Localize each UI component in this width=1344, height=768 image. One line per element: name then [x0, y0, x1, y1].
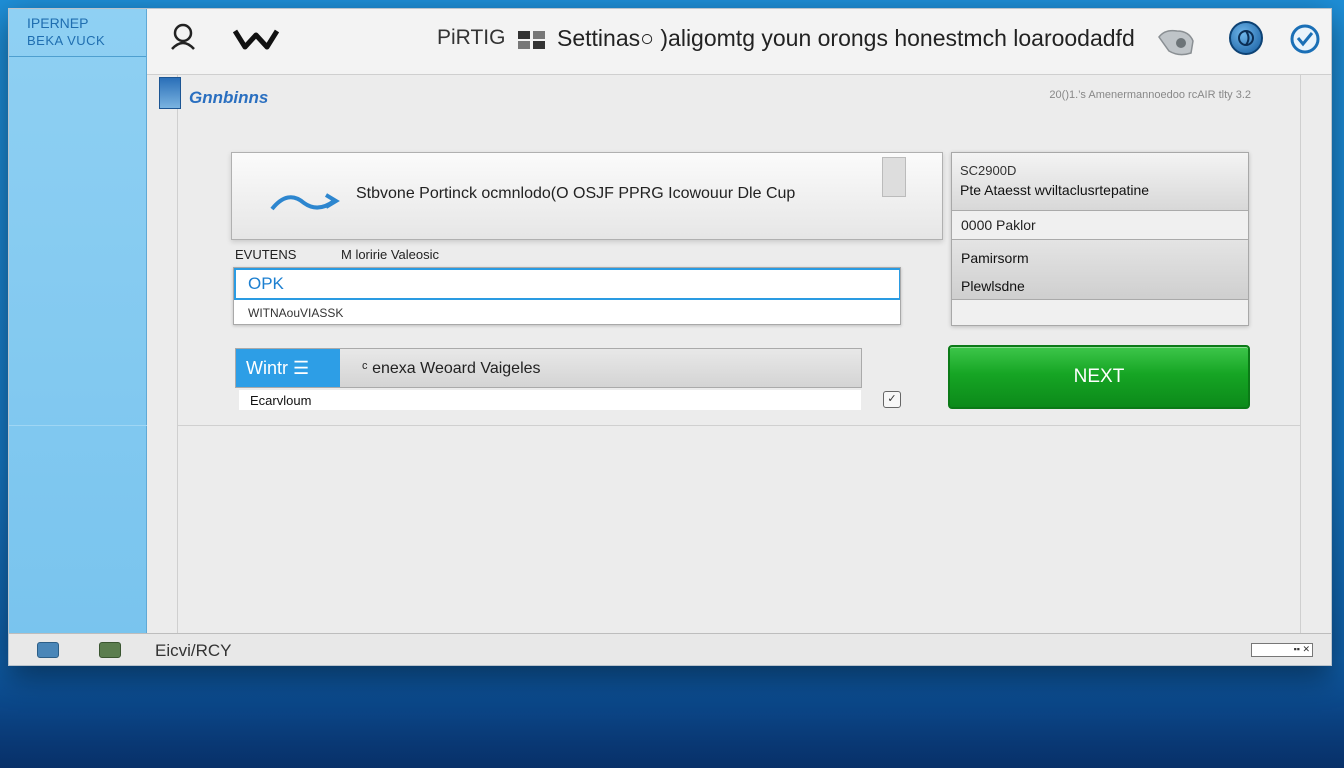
tab-active[interactable]: Wintr ☰	[236, 349, 340, 387]
tab-sub-field[interactable]: Ecarvloum	[239, 390, 861, 410]
details-row-2[interactable]: Pamirsorm	[961, 244, 1239, 272]
details-row-3[interactable]: Plewlsdne	[961, 272, 1239, 300]
arrow-icon	[268, 187, 340, 220]
details-panel: SC2900D Pte Ataesst wviltaclusrtepatine …	[951, 152, 1249, 326]
status-text: Eicvi/RCY	[155, 641, 232, 660]
info-banner: Stbvone Portinck ocmnlodo(O OSJF PPRG Ic…	[231, 152, 943, 240]
window-title: Settinas○ )aligomtg youn orongs honestmc…	[557, 25, 1135, 51]
main-input[interactable]	[234, 268, 900, 300]
sidebar: IPERNEP BEKA VUCK	[9, 9, 147, 635]
section-meta: 20()1.’s Amenermannoedoo rcAIR tlty 3.2	[1049, 89, 1251, 101]
sidebar-divider	[9, 425, 147, 426]
info-banner-text: Stbvone Portinck ocmnlodo(O OSJF PPRG Ic…	[356, 185, 796, 202]
input-sub-label: WITNAouVIASSK	[248, 306, 344, 320]
app-window: IPERNEP BEKA VUCK PiRTIG Settinas○ )alig…	[8, 8, 1332, 666]
terminal-icon[interactable]	[99, 642, 121, 658]
brand-logo: IPERNEP BEKA VUCK	[9, 9, 146, 57]
details-options: Pamirsorm Plewlsdne	[952, 240, 1248, 300]
details-description: Pte Ataesst wviltaclusrtepatine	[960, 182, 1150, 198]
desktop-background	[0, 658, 1344, 768]
banner-scroll-handle[interactable]	[882, 157, 906, 197]
tab-bar: Wintr ☰ ᶜ enexa Weoard Vaigeles	[235, 348, 862, 388]
folder-icon[interactable]	[37, 642, 59, 658]
details-code: SC2900D	[960, 163, 1017, 178]
close-box-icon[interactable]: ▪▪ ✕	[1251, 643, 1313, 657]
section-marker-icon	[159, 77, 181, 109]
input-group: WITNAouVIASSK	[233, 267, 901, 325]
user-icon[interactable]	[169, 23, 197, 58]
details-row-1[interactable]: 0000 Paklor	[952, 211, 1248, 240]
globe-icon[interactable]	[1229, 21, 1263, 55]
dropdown-check-icon[interactable]: ✓	[883, 391, 901, 408]
details-header: SC2900D Pte Ataesst wviltaclusrtepatine	[952, 153, 1248, 211]
brand-line-2: BEKA VUCK	[27, 33, 106, 48]
logo-icon[interactable]	[232, 27, 280, 56]
cloud-icon[interactable]	[1155, 25, 1199, 64]
brand-line-1: IPERNEP	[27, 15, 89, 31]
next-button[interactable]: NEXT	[948, 345, 1250, 409]
content-divider	[178, 425, 1300, 426]
app-name[interactable]: PiRTIG	[437, 26, 505, 50]
status-bar: Eicvi/RCY ▪▪ ✕	[9, 633, 1331, 665]
tab-description[interactable]: ᶜ enexa Weoard Vaigeles	[362, 360, 541, 378]
field-label-right: M loririe Valeosic	[341, 247, 440, 262]
check-circle-icon[interactable]	[1289, 23, 1321, 60]
section-title: Gnnbinns	[189, 88, 269, 107]
field-label-left: EVUTENS	[235, 247, 297, 262]
grid-icon[interactable]	[517, 29, 547, 56]
top-toolbar: PiRTIG Settinas○ )aligomtg youn orongs h…	[147, 9, 1331, 75]
